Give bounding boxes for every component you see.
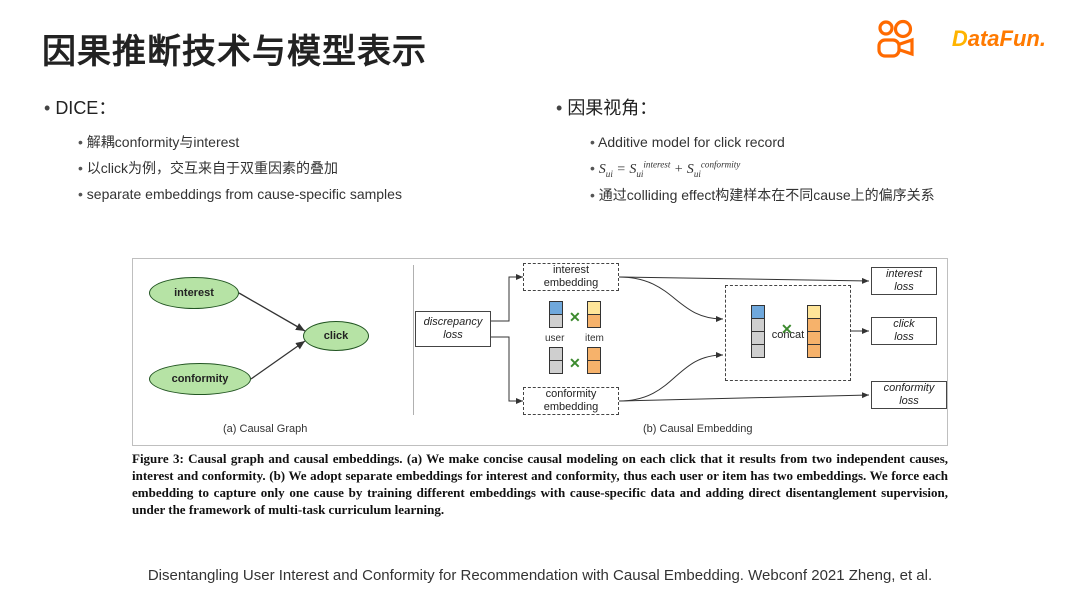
citation-footer: Disentangling User Interest and Conformi… (0, 567, 1080, 584)
box-discrepancy-loss: discrepancy loss (415, 311, 491, 347)
embedding-stack-icon (587, 301, 601, 327)
node-interest: interest (149, 277, 239, 309)
box-conformity-loss: conformityloss (871, 381, 947, 409)
multiply-icon: ✕ (569, 309, 581, 326)
box-interest-embedding: interest embedding (523, 263, 619, 291)
box-interest-loss: interestloss (871, 267, 937, 295)
embedding-stack-icon (807, 305, 821, 357)
embedding-stack-icon (751, 305, 765, 357)
subcaption-b: (b) Causal Embedding (643, 423, 752, 435)
left-heading: DICE： (44, 94, 544, 120)
panel-a-causal-graph: interest conformity click (133, 259, 413, 419)
slide-title: 因果推断技术与模型表示 (42, 24, 427, 73)
multiply-icon: ✕ (781, 321, 793, 338)
right-bullet: Additive model for click record (590, 130, 1056, 156)
right-column: 因果视角： Additive model for click record Su… (556, 94, 1056, 209)
embedding-stack-icon (587, 347, 601, 373)
label-item: item (585, 333, 604, 344)
right-heading: 因果视角： (556, 94, 1056, 120)
left-column: DICE： 解耦conformity与interest 以click为例，交互来… (44, 94, 544, 208)
embedding-stack-icon (549, 347, 563, 373)
left-bullet: 以click为例，交互来自于双重因素的叠加 (78, 156, 544, 182)
panel-divider (413, 265, 414, 415)
embedding-stack-icon (549, 301, 563, 327)
node-conformity: conformity (149, 363, 251, 395)
left-bullet: separate embeddings from cause-specific … (78, 182, 544, 208)
multiply-icon: ✕ (569, 355, 581, 372)
subcaption-a: (a) Causal Graph (223, 423, 307, 435)
figure-panel: interest conformity click interest embed… (132, 258, 948, 446)
panel-b-causal-embedding: interest embedding conformity embedding … (415, 259, 949, 419)
kuaishou-logo-icon (870, 18, 920, 67)
node-click: click (303, 321, 369, 351)
figure-caption: Figure 3: Causal graph and causal embedd… (132, 450, 948, 519)
box-conformity-embedding: conformity embedding (523, 387, 619, 415)
datafun-logo: DataFun. (952, 26, 1046, 52)
left-bullet: 解耦conformity与interest (78, 130, 544, 156)
label-user: user (545, 333, 564, 344)
box-click-loss: clickloss (871, 317, 937, 345)
right-bullet-formula: Sui = Suiinterest + Suiconformity (590, 156, 1056, 183)
right-bullet: 通过colliding effect构建样本在不同cause上的偏序关系 (590, 183, 1056, 209)
